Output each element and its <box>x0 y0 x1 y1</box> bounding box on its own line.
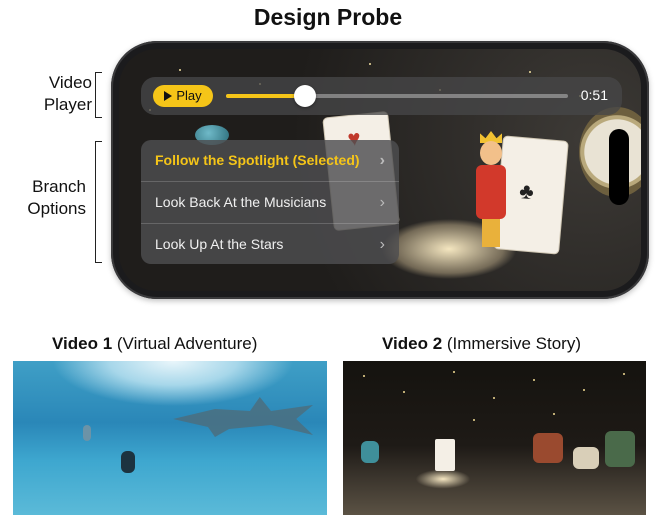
dynamic-island <box>609 129 629 205</box>
progress-track[interactable] <box>226 85 568 107</box>
prop <box>533 433 563 463</box>
video-desc: (Immersive Story) <box>446 334 582 353</box>
video-player-bar: Play 0:51 <box>141 77 622 115</box>
video-1-title: Video 1 (Virtual Adventure) <box>52 334 257 354</box>
prop <box>361 441 379 463</box>
diver-image <box>83 425 91 441</box>
annotation-video-player: Video Player <box>20 72 92 116</box>
progress-fill <box>226 94 305 98</box>
prop <box>605 431 635 467</box>
playing-card <box>435 439 455 471</box>
shark-image <box>173 397 313 437</box>
chevron-right-icon: › <box>379 236 385 253</box>
chevron-right-icon: › <box>379 194 385 211</box>
video-name: Video 2 <box>382 334 443 353</box>
video-2-thumbnail[interactable] <box>343 361 646 515</box>
chevron-right-icon: › <box>379 152 385 169</box>
video-1-thumbnail[interactable] <box>13 361 327 515</box>
scrubber-handle[interactable] <box>293 85 316 107</box>
branch-option[interactable]: Look Up At the Stars › <box>141 224 399 264</box>
branch-option-label: Look Back At the Musicians <box>155 194 327 210</box>
annotation-text: Branch <box>32 177 86 196</box>
play-icon <box>164 91 173 101</box>
bracket <box>95 141 102 263</box>
branch-option-label: Follow the Spotlight (Selected) <box>155 152 360 168</box>
annotation-text: Player <box>43 95 92 114</box>
diver-image <box>121 451 135 473</box>
branch-option[interactable]: Follow the Spotlight (Selected) › <box>141 140 399 181</box>
annotation-branch-options: Branch Options <box>10 176 86 220</box>
annotation-text: Video <box>48 73 92 92</box>
video-name: Video 1 <box>52 334 113 353</box>
time-readout: 0:51 <box>580 87 608 103</box>
branch-option-label: Look Up At the Stars <box>155 236 284 252</box>
annotation-text: Options <box>27 199 86 218</box>
branch-options-menu: Follow the Spotlight (Selected) › Look B… <box>141 140 399 264</box>
video-2-title: Video 2 (Immersive Story) <box>382 334 581 354</box>
page-title: Design Probe <box>253 4 403 30</box>
video-desc: (Virtual Adventure) <box>116 334 258 353</box>
play-label: Play <box>176 88 202 103</box>
play-button[interactable]: Play <box>153 85 213 107</box>
prop <box>573 447 599 469</box>
bracket <box>95 72 102 118</box>
branch-option[interactable]: Look Back At the Musicians › <box>141 182 399 223</box>
character <box>474 131 508 251</box>
